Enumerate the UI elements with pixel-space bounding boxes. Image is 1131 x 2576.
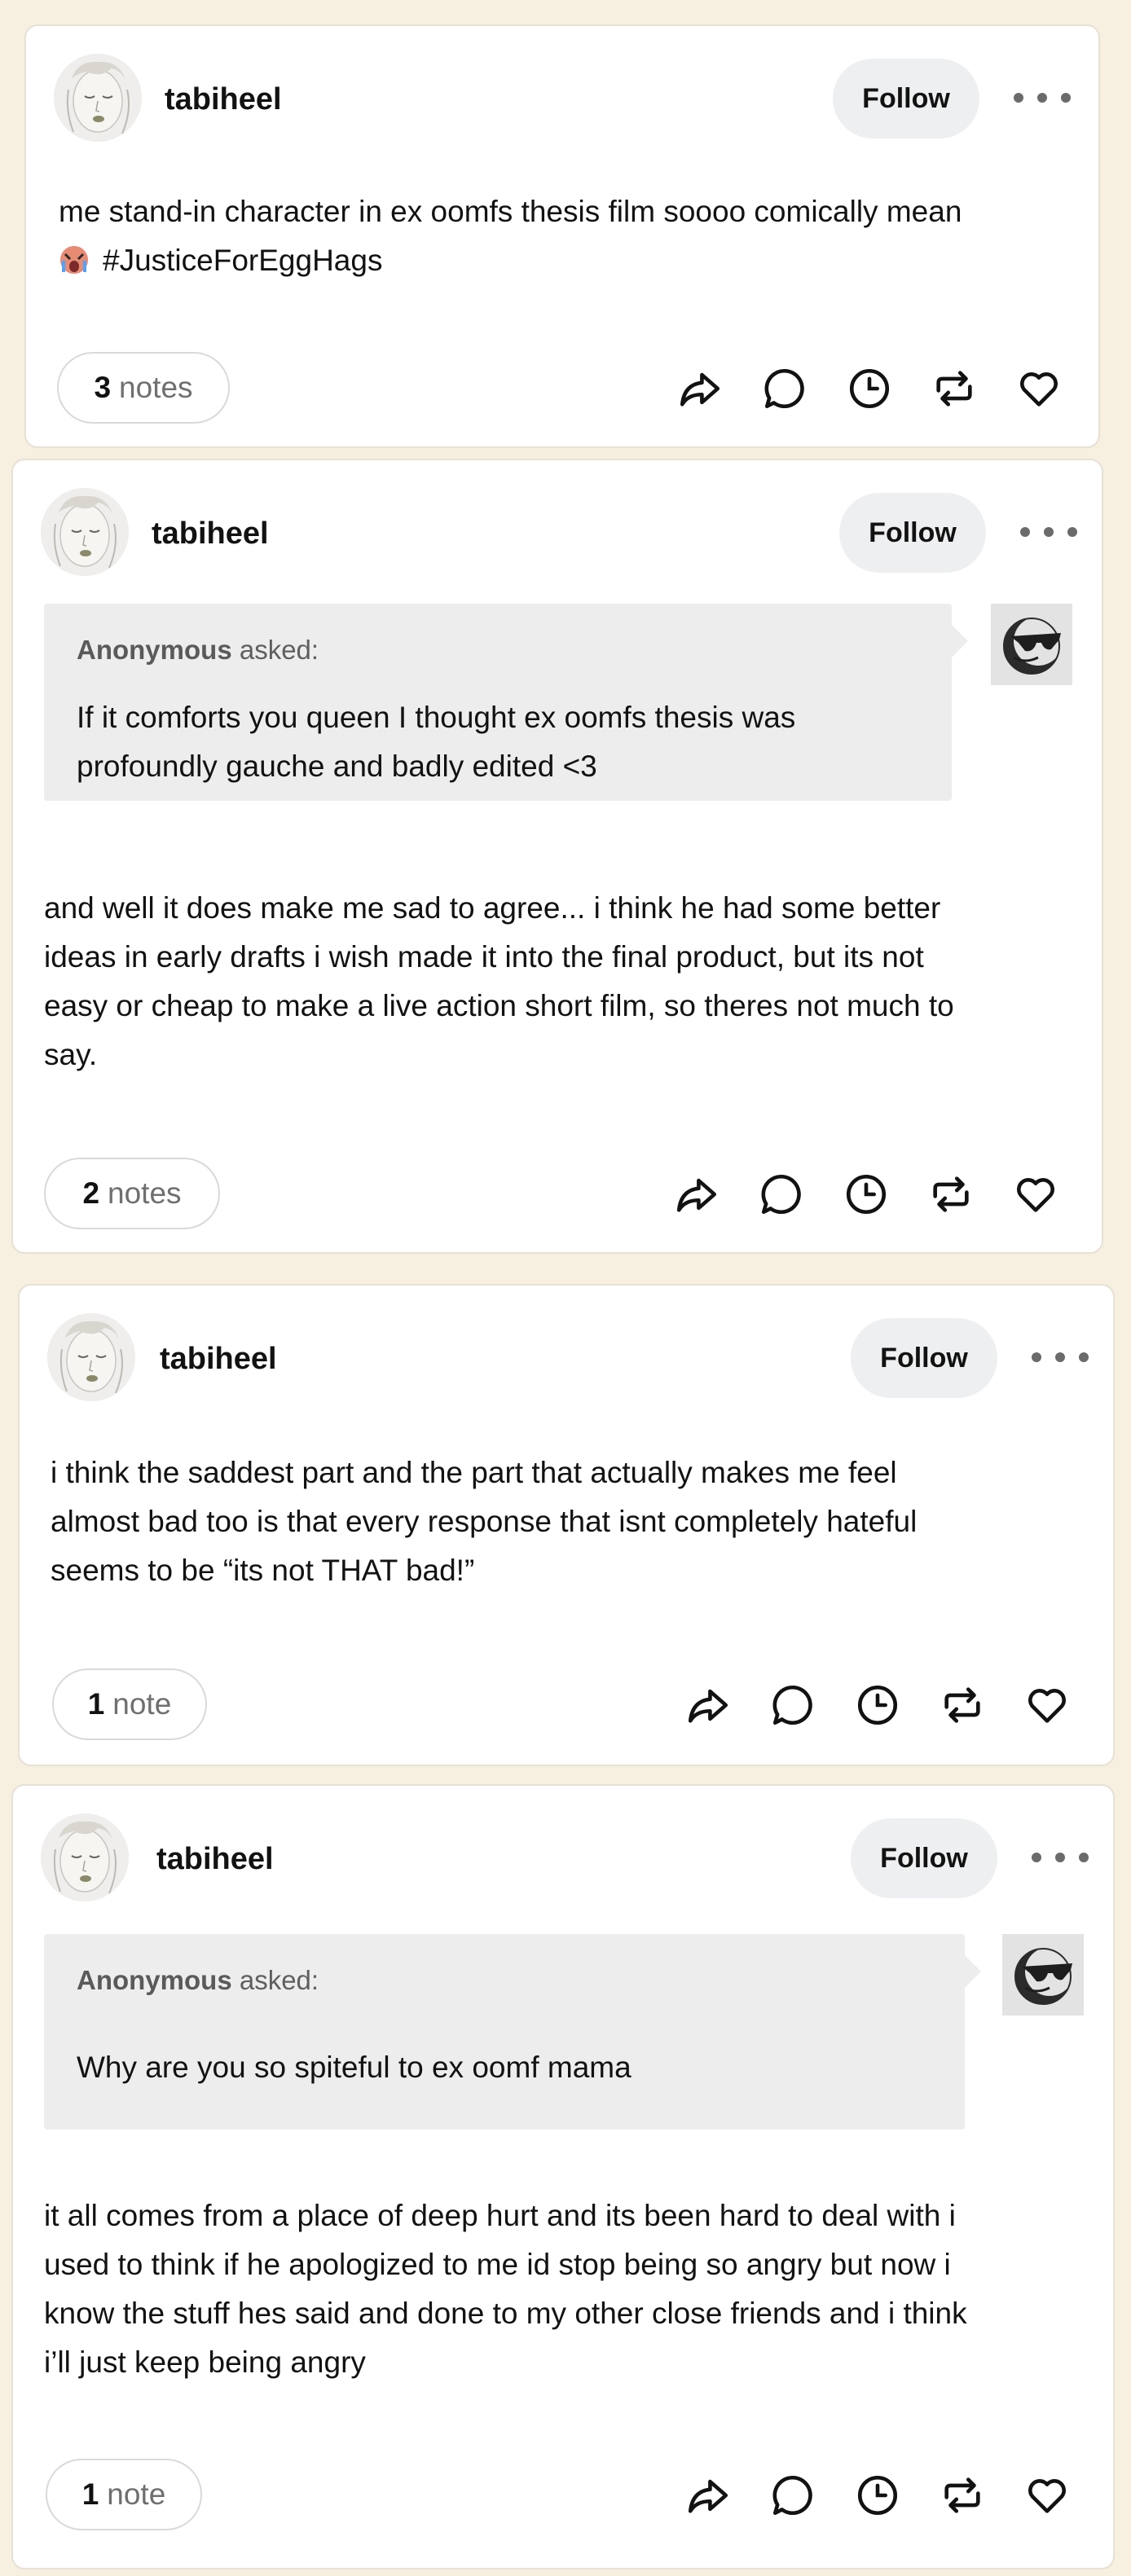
like-heart-icon[interactable] (1014, 363, 1064, 414)
avatar[interactable] (41, 1813, 129, 1901)
like-heart-icon[interactable] (1022, 2470, 1072, 2521)
notes-label: notes (119, 371, 193, 404)
queue-clock-icon[interactable] (852, 1680, 903, 1730)
post-body-line: me stand-in character in ex oomfs thesis… (59, 195, 962, 228)
asker-name[interactable]: Anonymous (77, 1965, 232, 1995)
notes-label: note (107, 2477, 166, 2511)
notes-count: 1 (81, 2477, 99, 2511)
ask-box: Anonymous asked: If it comforts you quee… (44, 604, 968, 801)
reply-icon[interactable] (768, 2470, 818, 2521)
post-body-line: and well it does make me sad to agree...… (44, 891, 941, 925)
asker-name[interactable]: Anonymous (77, 635, 232, 665)
avatar[interactable] (47, 1313, 135, 1401)
ask-header: Anonymous asked: (77, 1965, 319, 1996)
blog-name[interactable]: tabiheel (152, 517, 269, 550)
post-body-line: know the stuff hes said and done to my o… (44, 2297, 967, 2330)
post-body-line: seems to be “its not THAT bad!” (51, 1554, 475, 1587)
post-body-line: used to think if he apologized to me id … (44, 2248, 951, 2281)
ask-question: Why are you so spiteful to ex oomf mama (77, 2043, 632, 2092)
avatar[interactable] (41, 488, 129, 576)
anonymous-avatar-icon (991, 604, 1072, 685)
reblog-icon[interactable] (926, 1169, 976, 1220)
reply-icon[interactable] (768, 1680, 818, 1730)
follow-button[interactable]: Follow (851, 1318, 997, 1398)
notes-label: notes (108, 1176, 182, 1210)
hashtag[interactable]: #JusticeForEggHags (103, 244, 382, 277)
post-actions (683, 1680, 1072, 1730)
reply-icon[interactable] (759, 363, 810, 414)
post-body-line: #JusticeForEggHags (59, 236, 1069, 285)
asked-label: asked: (239, 635, 319, 665)
more-options-icon[interactable] (1032, 1841, 1089, 1874)
post-body-line: almost bad too is that every response th… (51, 1505, 918, 1538)
post-card: tabiheel Follow i think the saddest part… (18, 1284, 1115, 1766)
share-icon[interactable] (683, 2470, 733, 2521)
ask-question-line: Why are you so spiteful to ex oomf mama (77, 2051, 632, 2084)
reblog-icon[interactable] (929, 363, 979, 414)
post-body: i think the saddest part and the part th… (51, 1448, 1085, 1595)
ask-box: Anonymous asked: Why are you so spiteful… (44, 1934, 981, 2130)
more-options-icon[interactable] (1014, 81, 1071, 114)
ask-question: If it comforts you queen I thought ex oo… (77, 693, 795, 791)
queue-clock-icon[interactable] (841, 1169, 891, 1220)
more-options-icon[interactable] (1020, 516, 1077, 548)
blog-name[interactable]: tabiheel (160, 1343, 277, 1375)
ask-header: Anonymous asked: (77, 635, 319, 666)
follow-button[interactable]: Follow (839, 493, 986, 573)
reblog-icon[interactable] (937, 1680, 988, 1730)
post-body-line: i’ll just keep being angry (44, 2345, 366, 2379)
post-card: tabiheel Follow me stand-in character in… (24, 24, 1100, 448)
avatar[interactable] (54, 54, 142, 142)
share-icon[interactable] (671, 1169, 722, 1220)
post-body: it all comes from a place of deep hurt a… (44, 2191, 1095, 2387)
post-actions (675, 363, 1064, 414)
like-heart-icon[interactable] (1010, 1169, 1061, 1220)
post-body-line: it all comes from a place of deep hurt a… (44, 2199, 956, 2232)
like-heart-icon[interactable] (1022, 1680, 1072, 1730)
post-actions (671, 1169, 1061, 1220)
post-card: tabiheel Follow Anonymous asked: Why are… (11, 1784, 1115, 2569)
post-body: and well it does make me sad to agree...… (44, 884, 1079, 1079)
crying-face-emoji-icon (60, 246, 88, 274)
ask-question-line: If it comforts you queen I thought ex oo… (77, 701, 796, 734)
notes-button[interactable]: 3 notes (57, 352, 230, 424)
post-body-line: ideas in early drafts i wish made it int… (44, 940, 924, 974)
post-body-line: say. (44, 1038, 98, 1071)
blog-name[interactable]: tabiheel (165, 83, 282, 116)
post-body: me stand-in character in ex oomfs thesis… (59, 187, 1069, 285)
notes-button[interactable]: 2 notes (44, 1158, 220, 1229)
notes-label: note (112, 1687, 172, 1721)
asked-label: asked: (239, 1965, 319, 1995)
reblog-icon[interactable] (937, 2470, 988, 2521)
share-icon[interactable] (683, 1680, 733, 1730)
share-icon[interactable] (675, 363, 725, 414)
notes-count: 3 (94, 371, 112, 404)
post-body-line: i think the saddest part and the part th… (51, 1456, 897, 1489)
ask-question-line: profoundly gauche and badly edited <3 (77, 750, 597, 783)
post-actions (683, 2470, 1072, 2521)
more-options-icon[interactable] (1032, 1341, 1089, 1374)
notes-count: 2 (82, 1176, 100, 1210)
follow-button[interactable]: Follow (851, 1818, 997, 1898)
queue-clock-icon[interactable] (852, 2470, 903, 2521)
post-body-line: easy or cheap to make a live action shor… (44, 989, 954, 1022)
post-card: tabiheel Follow Anonymous asked: If it c… (11, 459, 1103, 1254)
follow-button[interactable]: Follow (833, 59, 979, 138)
blog-name[interactable]: tabiheel (156, 1843, 274, 1875)
notes-button[interactable]: 1 note (46, 2459, 202, 2530)
notes-count: 1 (87, 1687, 105, 1721)
reply-icon[interactable] (756, 1169, 807, 1220)
queue-clock-icon[interactable] (844, 363, 895, 414)
anonymous-avatar-icon (1002, 1934, 1084, 2016)
notes-button[interactable]: 1 note (52, 1668, 207, 1740)
